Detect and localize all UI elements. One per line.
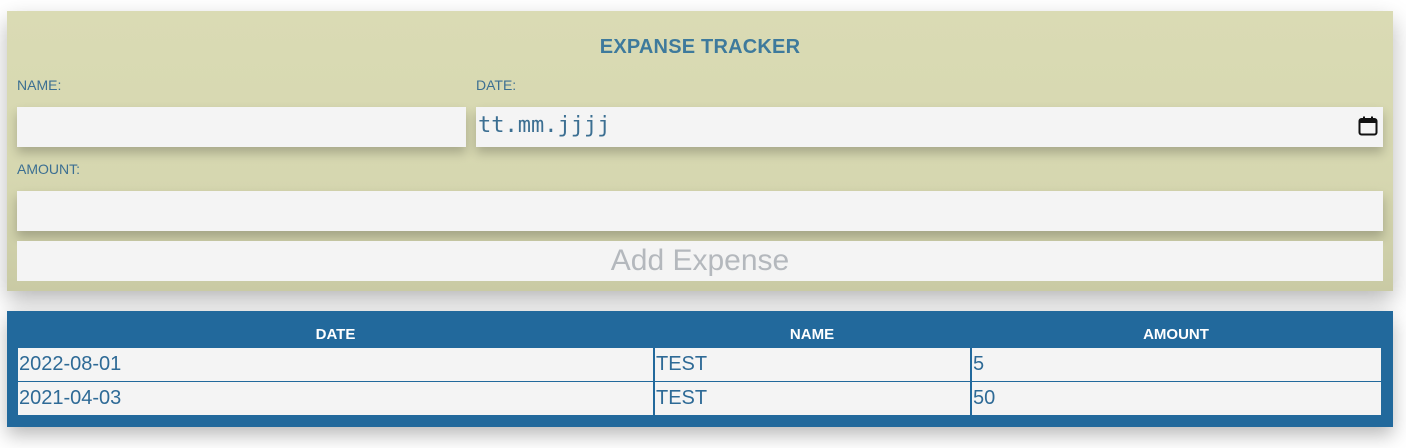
date-input[interactable]: tt.mm.jjjj [476,107,1383,147]
expense-form-panel: EXPANSE TRACKER NAME: DATE: tt.mm.jjjj A… [7,11,1393,291]
expense-table: DATE NAME AMOUNT 2022-08-01 TEST 5 2021-… [7,311,1393,427]
table-row: 2021-04-03 TEST 50 [18,382,1381,415]
cell-name: TEST [656,387,708,409]
cell-amount: 50 [973,387,996,409]
form-title: EXPANSE TRACKER [599,36,801,58]
table-row: 2022-08-01 TEST 5 [18,348,1381,381]
amount-label: AMOUNT: [17,161,80,177]
cell-date: 2022-08-01 [19,353,122,375]
name-input[interactable] [17,107,466,147]
amount-input[interactable] [17,191,1383,231]
cell-name: TEST [656,353,708,375]
calendar-icon[interactable] [1358,116,1378,136]
cell-amount: 5 [973,353,985,375]
header-name: NAME [789,326,835,343]
date-label: DATE: [476,77,517,93]
add-expense-button[interactable]: Add Expense [17,241,1383,281]
date-placeholder: tt.mm.jjjj [478,113,611,138]
cell-date: 2021-04-03 [19,387,122,409]
header-date: DATE [315,326,356,343]
header-amount: AMOUNT [1143,326,1209,343]
name-label: NAME: [17,77,62,93]
